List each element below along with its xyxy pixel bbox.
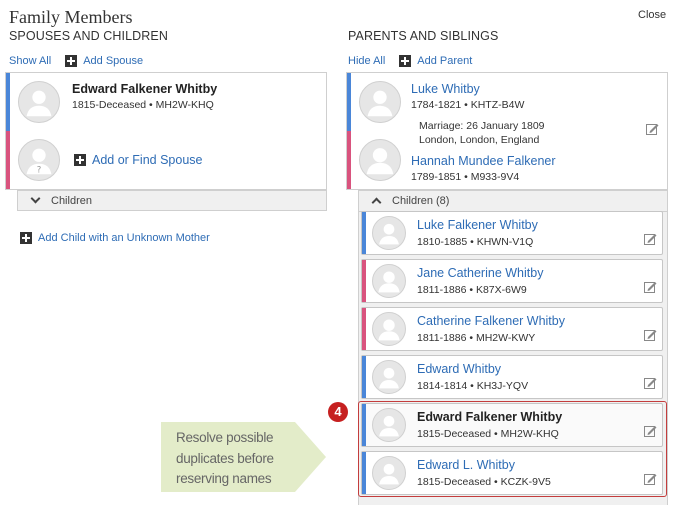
callout-text: Resolve possible duplicates before reser…	[176, 428, 274, 490]
person-silhouette-icon	[372, 264, 406, 298]
female-indicator	[362, 308, 366, 350]
person-silhouette-icon	[372, 216, 406, 250]
add-spouse-slot: ? Add or Find Spouse	[6, 131, 326, 189]
male-indicator	[362, 212, 366, 254]
person-silhouette-icon	[372, 312, 406, 346]
callout-line: duplicates before	[176, 450, 274, 466]
left-actions: Show All Add Spouse	[9, 55, 143, 67]
svg-text:?: ?	[37, 165, 42, 175]
marriage-place: London, London, England	[419, 134, 540, 146]
child-name[interactable]: Jane Catherine Whitby	[417, 266, 543, 280]
edit-icon[interactable]	[644, 329, 657, 341]
chevron-up-icon	[371, 197, 382, 208]
right-children-toggle[interactable]: Children (8)	[358, 190, 668, 212]
edit-icon[interactable]	[644, 377, 657, 389]
hide-all-link[interactable]: Hide All	[348, 55, 385, 67]
parents-card: Luke Whitby 1784-1821 • KHTZ-B4W Marriag…	[346, 72, 668, 190]
child-info: 1811-1886 • K87X-6W9	[417, 284, 527, 296]
marriage-info: Marriage: 26 January 1809 London, London…	[419, 119, 545, 147]
child-card[interactable]: Jane Catherine Whitby 1811-1886 • K87X-6…	[361, 259, 663, 303]
add-spouse-button[interactable]: Add Spouse	[65, 55, 143, 67]
parents-siblings-heading: PARENTS AND SIBLINGS	[348, 29, 499, 43]
right-actions: Hide All Add Parent	[348, 55, 472, 67]
plus-icon	[74, 154, 86, 166]
spouse-family-card: Edward Falkener Whitby 1815-Deceased • M…	[5, 72, 327, 190]
edit-icon[interactable]	[644, 233, 657, 245]
left-children-toggle[interactable]: Children	[17, 190, 327, 211]
self-info: 1815-Deceased • MH2W-KHQ	[72, 99, 214, 111]
child-name[interactable]: Edward Whitby	[417, 362, 501, 376]
page-title: Family Members	[9, 7, 133, 27]
callout-note: Resolve possible duplicates before reser…	[161, 422, 326, 492]
father-name[interactable]: Luke Whitby	[411, 82, 480, 96]
plus-icon	[65, 55, 78, 67]
add-parent-button[interactable]: Add Parent	[399, 55, 472, 67]
unknown-person-icon: ?	[18, 139, 60, 181]
child-card[interactable]: Luke Falkener Whitby 1810-1885 • KHWN-V1…	[361, 211, 663, 255]
add-find-spouse-label: Add or Find Spouse	[92, 153, 203, 167]
child-name[interactable]: Luke Falkener Whitby	[417, 218, 538, 232]
female-indicator	[6, 131, 10, 189]
child-info: 1814-1814 • KH3J-YQV	[417, 380, 529, 392]
person-silhouette-icon	[372, 360, 406, 394]
children-label: Children	[51, 194, 92, 207]
parents-couple: Luke Whitby 1784-1821 • KHTZ-B4W Marriag…	[347, 73, 667, 189]
plus-icon	[399, 55, 412, 67]
edit-icon[interactable]	[646, 123, 659, 135]
female-indicator	[347, 131, 351, 189]
person-silhouette-icon	[359, 139, 401, 181]
mother-name[interactable]: Hannah Mundee Falkener	[411, 154, 556, 168]
person-silhouette-icon	[359, 81, 401, 123]
child-info: 1810-1885 • KHWN-V1Q	[417, 236, 534, 248]
edit-icon[interactable]	[644, 281, 657, 293]
children-count-label: Children (8)	[392, 195, 450, 207]
marriage-date: Marriage: 26 January 1809	[419, 120, 545, 132]
male-indicator	[347, 73, 351, 131]
callout-line: Resolve possible	[176, 430, 274, 445]
add-parent-label: Add Parent	[417, 55, 473, 67]
mother-info: 1789-1851 • M933-9V4	[411, 171, 520, 183]
plus-icon	[20, 232, 32, 244]
add-spouse-label: Add Spouse	[83, 55, 144, 67]
self-name: Edward Falkener Whitby	[72, 82, 218, 96]
duplicates-highlight-box	[358, 401, 667, 497]
show-all-link[interactable]: Show All	[9, 55, 51, 67]
add-child-unknown-mother-label: Add Child with an Unknown Mother	[38, 232, 210, 244]
person-silhouette-icon	[18, 81, 60, 123]
child-card[interactable]: Catherine Falkener Whitby 1811-1886 • MH…	[361, 307, 663, 351]
self-person[interactable]: Edward Falkener Whitby 1815-Deceased • M…	[6, 73, 326, 131]
add-child-unknown-mother-button[interactable]: Add Child with an Unknown Mother	[20, 232, 210, 244]
child-card[interactable]: Edward Whitby 1814-1814 • KH3J-YQV	[361, 355, 663, 399]
male-indicator	[6, 73, 10, 131]
close-button[interactable]: Close	[638, 9, 666, 21]
callout-line: reserving names	[176, 471, 272, 486]
spouses-children-heading: SPOUSES AND CHILDREN	[9, 29, 168, 43]
male-indicator	[362, 356, 366, 398]
child-info: 1811-1886 • MH2W-KWY	[417, 332, 536, 344]
step-badge: 4	[328, 402, 348, 422]
female-indicator	[362, 260, 366, 302]
father-info: 1784-1821 • KHTZ-B4W	[411, 99, 525, 111]
chevron-down-icon	[30, 193, 41, 204]
child-name[interactable]: Catherine Falkener Whitby	[417, 314, 565, 328]
add-find-spouse-button[interactable]: Add or Find Spouse	[74, 153, 203, 167]
